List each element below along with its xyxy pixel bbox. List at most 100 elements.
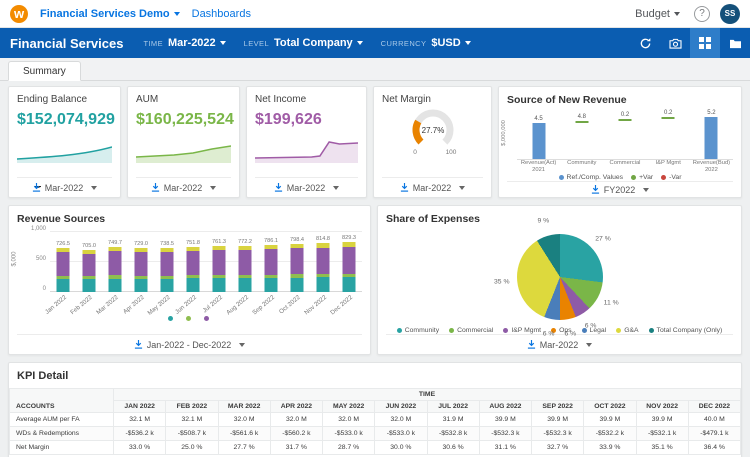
time-filter[interactable]: TIME Mar-2022 bbox=[143, 37, 226, 49]
legend-item[interactable] bbox=[203, 316, 212, 321]
legend-item[interactable]: G&A bbox=[616, 327, 639, 334]
waterfall-bar[interactable] bbox=[532, 123, 546, 159]
tab-summary[interactable]: Summary bbox=[8, 61, 81, 81]
dashboards-label: Dashboards bbox=[191, 7, 251, 20]
column-header[interactable]: APR 2022 bbox=[269, 400, 324, 413]
nav-dashboards[interactable]: Dashboards bbox=[192, 8, 251, 20]
waterfall-bar-slot: 0.2 bbox=[603, 108, 646, 159]
waterfall-bar[interactable] bbox=[661, 117, 675, 119]
legend-item[interactable]: Ref./Comp. Values bbox=[558, 174, 623, 181]
chevron-down-icon bbox=[239, 342, 246, 347]
chevron-down-icon bbox=[173, 11, 180, 16]
column-header[interactable]: MAR 2022 bbox=[217, 400, 271, 413]
budget-menu[interactable]: Budget bbox=[635, 8, 680, 20]
period-selector[interactable]: Mar-2022 bbox=[382, 177, 483, 197]
period-selector[interactable]: Jan-2022 - Dec-2022 bbox=[17, 334, 362, 354]
legend-item[interactable]: +Var bbox=[631, 174, 653, 181]
stacked-bar[interactable] bbox=[108, 247, 122, 292]
table-row[interactable]: WDs & Redemptions -$536.2 k -$508.7 k -$561… bbox=[9, 426, 741, 441]
legend-item[interactable] bbox=[167, 316, 176, 321]
refresh-button[interactable] bbox=[630, 28, 660, 58]
cell-value: 31.9 M bbox=[426, 412, 480, 427]
stacked-bar[interactable] bbox=[264, 244, 278, 292]
column-header[interactable]: SEP 2022 bbox=[530, 400, 585, 413]
legend-item[interactable]: -Var bbox=[661, 174, 681, 181]
column-header[interactable]: JAN 2022 bbox=[112, 400, 167, 413]
stacked-bar[interactable] bbox=[134, 248, 148, 292]
kpi-table: ACCOUNTS TIME JAN 2022 FEB 2022 MAR 2022 AP… bbox=[9, 388, 741, 455]
table-row[interactable]: Net Margin 33.0 % 25.0 % 27.7 % 31.7 % 28.7 %… bbox=[9, 440, 741, 455]
period-selector[interactable]: Mar-2022 bbox=[386, 334, 733, 354]
column-header[interactable]: JUL 2022 bbox=[426, 400, 480, 413]
column-header[interactable]: FEB 2022 bbox=[165, 400, 219, 413]
bar-total-label: 738.5 bbox=[160, 240, 174, 247]
chevron-down-icon bbox=[91, 185, 98, 190]
bar-segment bbox=[56, 252, 70, 276]
time-group-header: TIME bbox=[113, 388, 741, 401]
legend-item[interactable]: Commercial bbox=[449, 327, 493, 334]
download-icon bbox=[527, 340, 535, 349]
legend-item[interactable] bbox=[185, 316, 194, 321]
period-selector[interactable]: FY2022 bbox=[507, 181, 733, 197]
legend-dot-icon bbox=[167, 316, 173, 321]
currency-filter[interactable]: CURRENCY $USD bbox=[381, 37, 471, 49]
stacked-bar[interactable] bbox=[290, 244, 304, 292]
workday-logo-icon[interactable]: w bbox=[10, 4, 28, 23]
waterfall-bar[interactable] bbox=[704, 117, 718, 159]
cell-value: 39.9 M bbox=[478, 412, 533, 427]
stacked-bar[interactable] bbox=[342, 242, 356, 292]
topbar-left: w Financial Services Demo Dashboards bbox=[10, 4, 251, 23]
app-switcher-label: Financial Services Demo bbox=[40, 7, 170, 20]
grid-view-button[interactable] bbox=[690, 28, 720, 58]
avatar[interactable]: SS bbox=[720, 3, 740, 24]
bar-value-label: 0.2 bbox=[620, 112, 630, 118]
card-source-of-new-revenue: Source of New Revenue $,000,000 4.5 4.8 0.… bbox=[498, 86, 742, 198]
card-net-margin: Net Margin 27.7% 0 100 Mar-2022 bbox=[373, 86, 492, 198]
waterfall-bar[interactable] bbox=[575, 120, 589, 123]
stacked-bar[interactable] bbox=[186, 246, 200, 292]
screenshot-button[interactable] bbox=[660, 28, 690, 58]
stacked-bar[interactable] bbox=[238, 245, 252, 292]
save-view-button[interactable] bbox=[720, 28, 750, 58]
period-selector[interactable]: Mar-2022 bbox=[17, 177, 112, 197]
period-selector[interactable]: Mar-2022 bbox=[255, 177, 358, 197]
column-header[interactable]: OCT 2022 bbox=[583, 400, 637, 413]
bar-segment bbox=[160, 251, 174, 276]
chevron-down-icon bbox=[356, 41, 363, 45]
expenses-pie[interactable] bbox=[516, 234, 603, 320]
slice-percent-label: 9 % bbox=[537, 217, 550, 225]
bar-segment bbox=[186, 250, 200, 276]
stacked-bar[interactable] bbox=[160, 247, 174, 292]
cell-value: -$532.3 k bbox=[478, 426, 533, 441]
download-icon bbox=[134, 340, 142, 349]
net-income-value: $199,626 bbox=[255, 111, 322, 128]
help-icon[interactable]: ? bbox=[694, 5, 710, 22]
stacked-bar[interactable] bbox=[82, 249, 96, 292]
column-header[interactable]: MAY 2022 bbox=[321, 400, 376, 413]
chart-card-row: Revenue Sources $,000 1,000 500 0 726.5 7… bbox=[8, 205, 742, 355]
period-selector[interactable]: Mar-2022 bbox=[136, 177, 231, 197]
stacked-bar[interactable] bbox=[316, 243, 330, 292]
level-filter[interactable]: LEVEL Total Company bbox=[244, 37, 363, 49]
legend-item[interactable]: Community bbox=[396, 327, 439, 334]
legend-item[interactable]: Total Company (Only) bbox=[648, 327, 722, 334]
column-header[interactable]: AUG 2022 bbox=[478, 400, 533, 413]
cell-value: 32.1 M bbox=[112, 412, 167, 427]
column-header[interactable]: NOV 2022 bbox=[635, 400, 689, 413]
legend-dot-icon bbox=[185, 316, 191, 321]
period-label: Mar-2022 bbox=[286, 182, 326, 193]
bar-segment bbox=[238, 249, 252, 275]
stacked-bar[interactable] bbox=[212, 246, 226, 292]
net-income-sparkline bbox=[255, 141, 358, 163]
bar-segment bbox=[82, 279, 96, 292]
column-header[interactable]: JUN 2022 bbox=[374, 400, 428, 413]
app-switcher[interactable]: Financial Services Demo bbox=[40, 8, 180, 20]
waterfall-bar[interactable] bbox=[618, 118, 632, 121]
stacked-bar[interactable] bbox=[56, 248, 70, 292]
table-row[interactable]: Average AUM per FA 32.1 M 32.1 M 32.0 M 32.0… bbox=[9, 412, 741, 427]
column-header[interactable]: DEC 2022 bbox=[687, 400, 741, 413]
legend-item[interactable]: I&P Mgmt bbox=[503, 327, 541, 334]
legend-dot-icon bbox=[503, 328, 509, 333]
period-label: Mar-2022 bbox=[539, 339, 579, 350]
slice-percent-label: 11 % bbox=[603, 299, 619, 307]
